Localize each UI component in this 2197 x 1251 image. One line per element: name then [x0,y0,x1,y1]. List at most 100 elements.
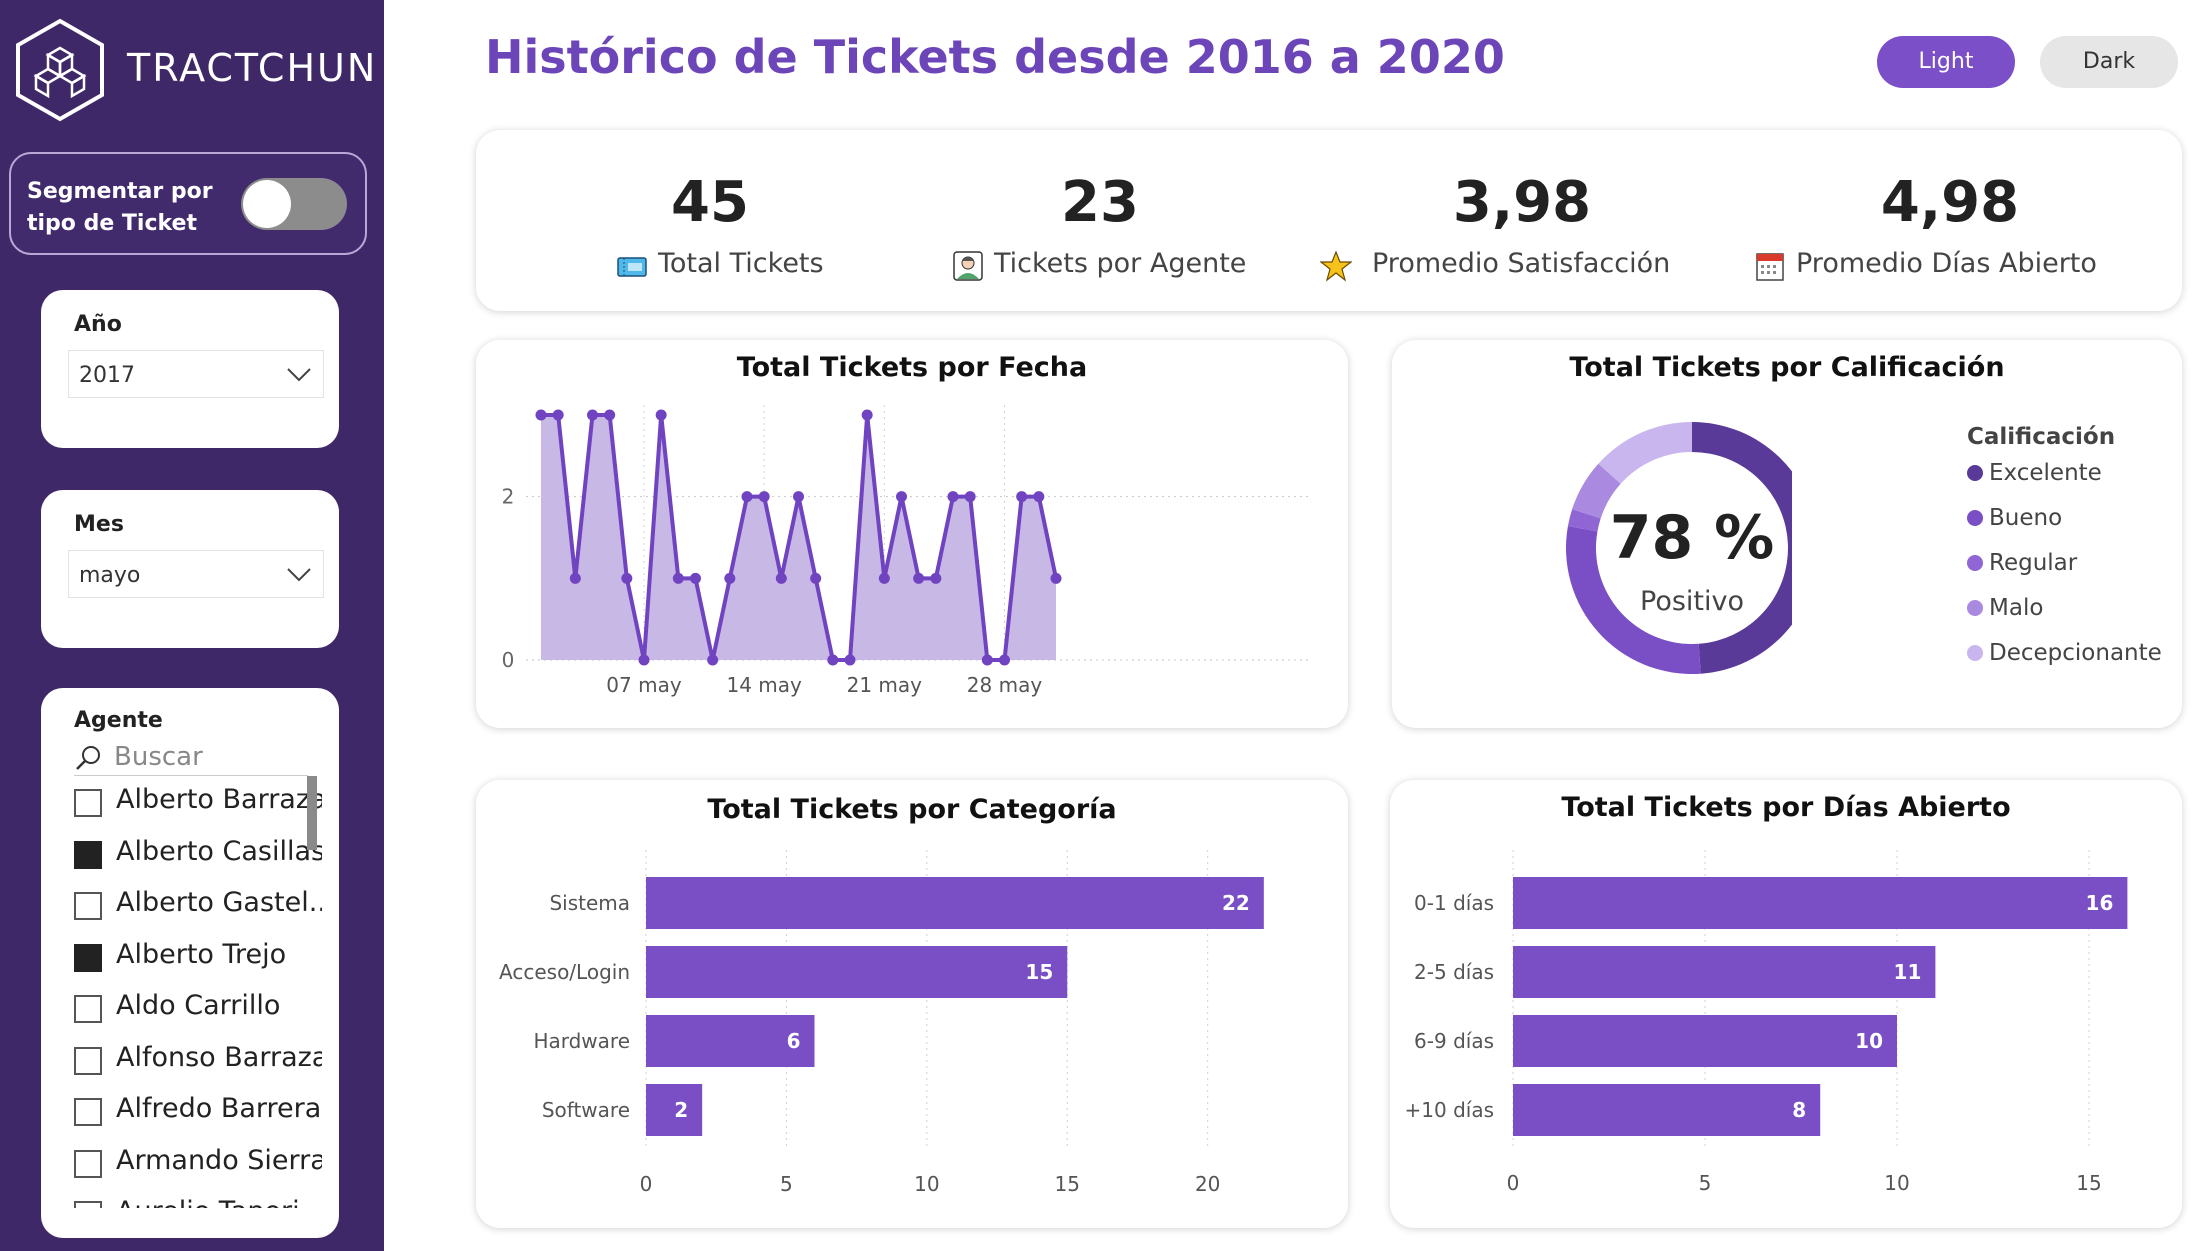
agent-slicer: Agente Buscar Alberto Barraza Alberto Cas… [41,688,339,1238]
category-label: Acceso/Login [499,960,630,984]
y-tick-label: 2 [502,485,515,509]
agent-name: Alfonso Barraza [116,1041,322,1073]
category-label: 6-9 días [1414,1029,1494,1053]
data-point[interactable] [896,491,907,503]
agent-checkbox[interactable] [74,1098,102,1126]
month-dropdown[interactable]: mayo [68,550,324,598]
bar[interactable] [1513,946,1936,998]
agent-checkbox[interactable] [74,1149,102,1178]
bar[interactable] [1513,877,2128,929]
data-point[interactable] [810,572,822,584]
agent-checkbox[interactable] [74,943,102,972]
bar-value-label: 10 [1855,1029,1883,1053]
data-point[interactable] [587,409,598,421]
data-point[interactable] [535,409,547,421]
data-point[interactable] [999,654,1010,666]
data-point[interactable] [690,572,701,584]
x-tick-label: 15 [1055,1172,1080,1196]
legend-marker [1967,600,1983,616]
x-tick-label: 0 [1507,1171,1520,1195]
agent-list-item[interactable]: Alberto Trejo [72,937,322,977]
agent-list-item[interactable]: Aurelio Tapori [72,1194,322,1208]
bar-value-label: 2 [674,1098,688,1122]
data-point[interactable] [758,491,770,503]
data-point[interactable] [981,654,993,666]
kpi-total-tickets: 45 Total Tickets [500,130,920,310]
year-dropdown[interactable]: 2017 [68,350,324,398]
segment-toggle[interactable] [241,178,347,230]
x-tick-label: 07 may [606,673,682,697]
legend-item[interactable]: Bueno [1967,505,2062,531]
agent-checkbox[interactable] [74,840,102,869]
agent-list-item[interactable]: Alberto Barraza [72,782,322,822]
agent-checkbox[interactable] [74,1046,102,1075]
data-point[interactable] [741,491,753,503]
data-point[interactable] [913,572,925,584]
data-point[interactable] [552,409,564,421]
donut-slice[interactable] [1598,422,1692,484]
data-point[interactable] [604,409,616,421]
data-point[interactable] [844,654,856,666]
kpi-label: Total Tickets [658,248,824,279]
agent-list-item[interactable]: Alberto Casillas [72,834,322,874]
category-label: Sistema [549,891,630,915]
legend-item[interactable]: Excelente [1967,460,2102,486]
agent-checkbox[interactable] [74,892,102,920]
bar[interactable] [646,946,1068,998]
agent-checkbox[interactable] [74,1201,102,1208]
dark-theme-button[interactable]: Dark [2040,36,2178,88]
data-point[interactable] [655,409,667,421]
kpi-tickets-por-agente: 23 Tickets por Agente [900,130,1320,310]
agent-list-item[interactable]: Alfredo Barreras [72,1091,322,1131]
data-point[interactable] [947,491,959,503]
agent-checkbox[interactable] [74,789,102,817]
agent-list-item[interactable]: Alberto Gastel... [72,885,322,925]
legend-item[interactable]: Regular [1967,550,2077,576]
legend-title: Calificación [1967,424,2116,450]
bar-value-label: 6 [787,1029,801,1053]
agent-list-scrollbar[interactable] [307,776,317,850]
agent-name: Alfredo Barreras [116,1093,322,1124]
agent-list: Alberto Barraza Alberto Casillas Alberto G… [72,782,322,1208]
bar[interactable] [646,877,1264,929]
agent-list-item[interactable]: Alfonso Barraza [72,1040,322,1080]
data-point[interactable] [964,491,976,503]
bar[interactable] [1513,1084,1821,1136]
bar-value-label: 16 [2086,891,2114,915]
data-point[interactable] [793,491,804,503]
kpi-label: Promedio Días Abierto [1796,248,2097,279]
data-point[interactable] [1033,491,1045,503]
data-point[interactable] [724,572,736,584]
data-point[interactable] [775,572,787,584]
category-label: 2-5 días [1414,960,1494,984]
agent-search[interactable]: Buscar [74,740,308,776]
bar-value-label: 11 [1894,960,1922,984]
legend-item[interactable]: Decepcionante [1967,640,2162,666]
data-point[interactable] [1050,572,1062,584]
agent-name: Alberto Trejo [116,938,287,970]
tickets-por-fecha-chart: 0 2 07 may 14 may 21 may 28 may [502,405,1311,697]
data-point[interactable] [638,654,650,666]
data-point[interactable] [827,654,839,666]
data-point[interactable] [707,654,719,666]
agent-list-item[interactable]: Armando Sierra [72,1143,322,1183]
agent-checkbox[interactable] [74,995,102,1023]
ticket-icon [617,257,647,277]
light-theme-button[interactable]: Light [1877,36,2015,88]
segment-toggle-label: Segmentar por tipo de Ticket [27,179,213,236]
tickets-por-dias-abierto-chart: 0 5 10 15 0-1 días 16 2-5 días 11 6-9 días 10 +10 … [1405,850,2128,1195]
data-point[interactable] [861,409,873,421]
legend-item[interactable]: Malo [1967,595,2043,621]
data-point[interactable] [621,572,633,584]
data-point[interactable] [930,572,942,584]
tickets-por-fecha-panel: Total Tickets por Fecha 0 2 07 may 14 may 21… [476,340,1348,728]
data-point[interactable] [878,572,890,584]
legend-label: Regular [1989,550,2078,576]
bar[interactable] [1513,1015,1897,1067]
kpi-label: Promedio Satisfacción [1372,248,1671,279]
legend-marker [1967,510,1983,526]
data-point[interactable] [672,572,684,584]
agent-list-item[interactable]: Aldo Carrillo [72,988,322,1028]
data-point[interactable] [569,572,581,584]
data-point[interactable] [1016,491,1028,503]
